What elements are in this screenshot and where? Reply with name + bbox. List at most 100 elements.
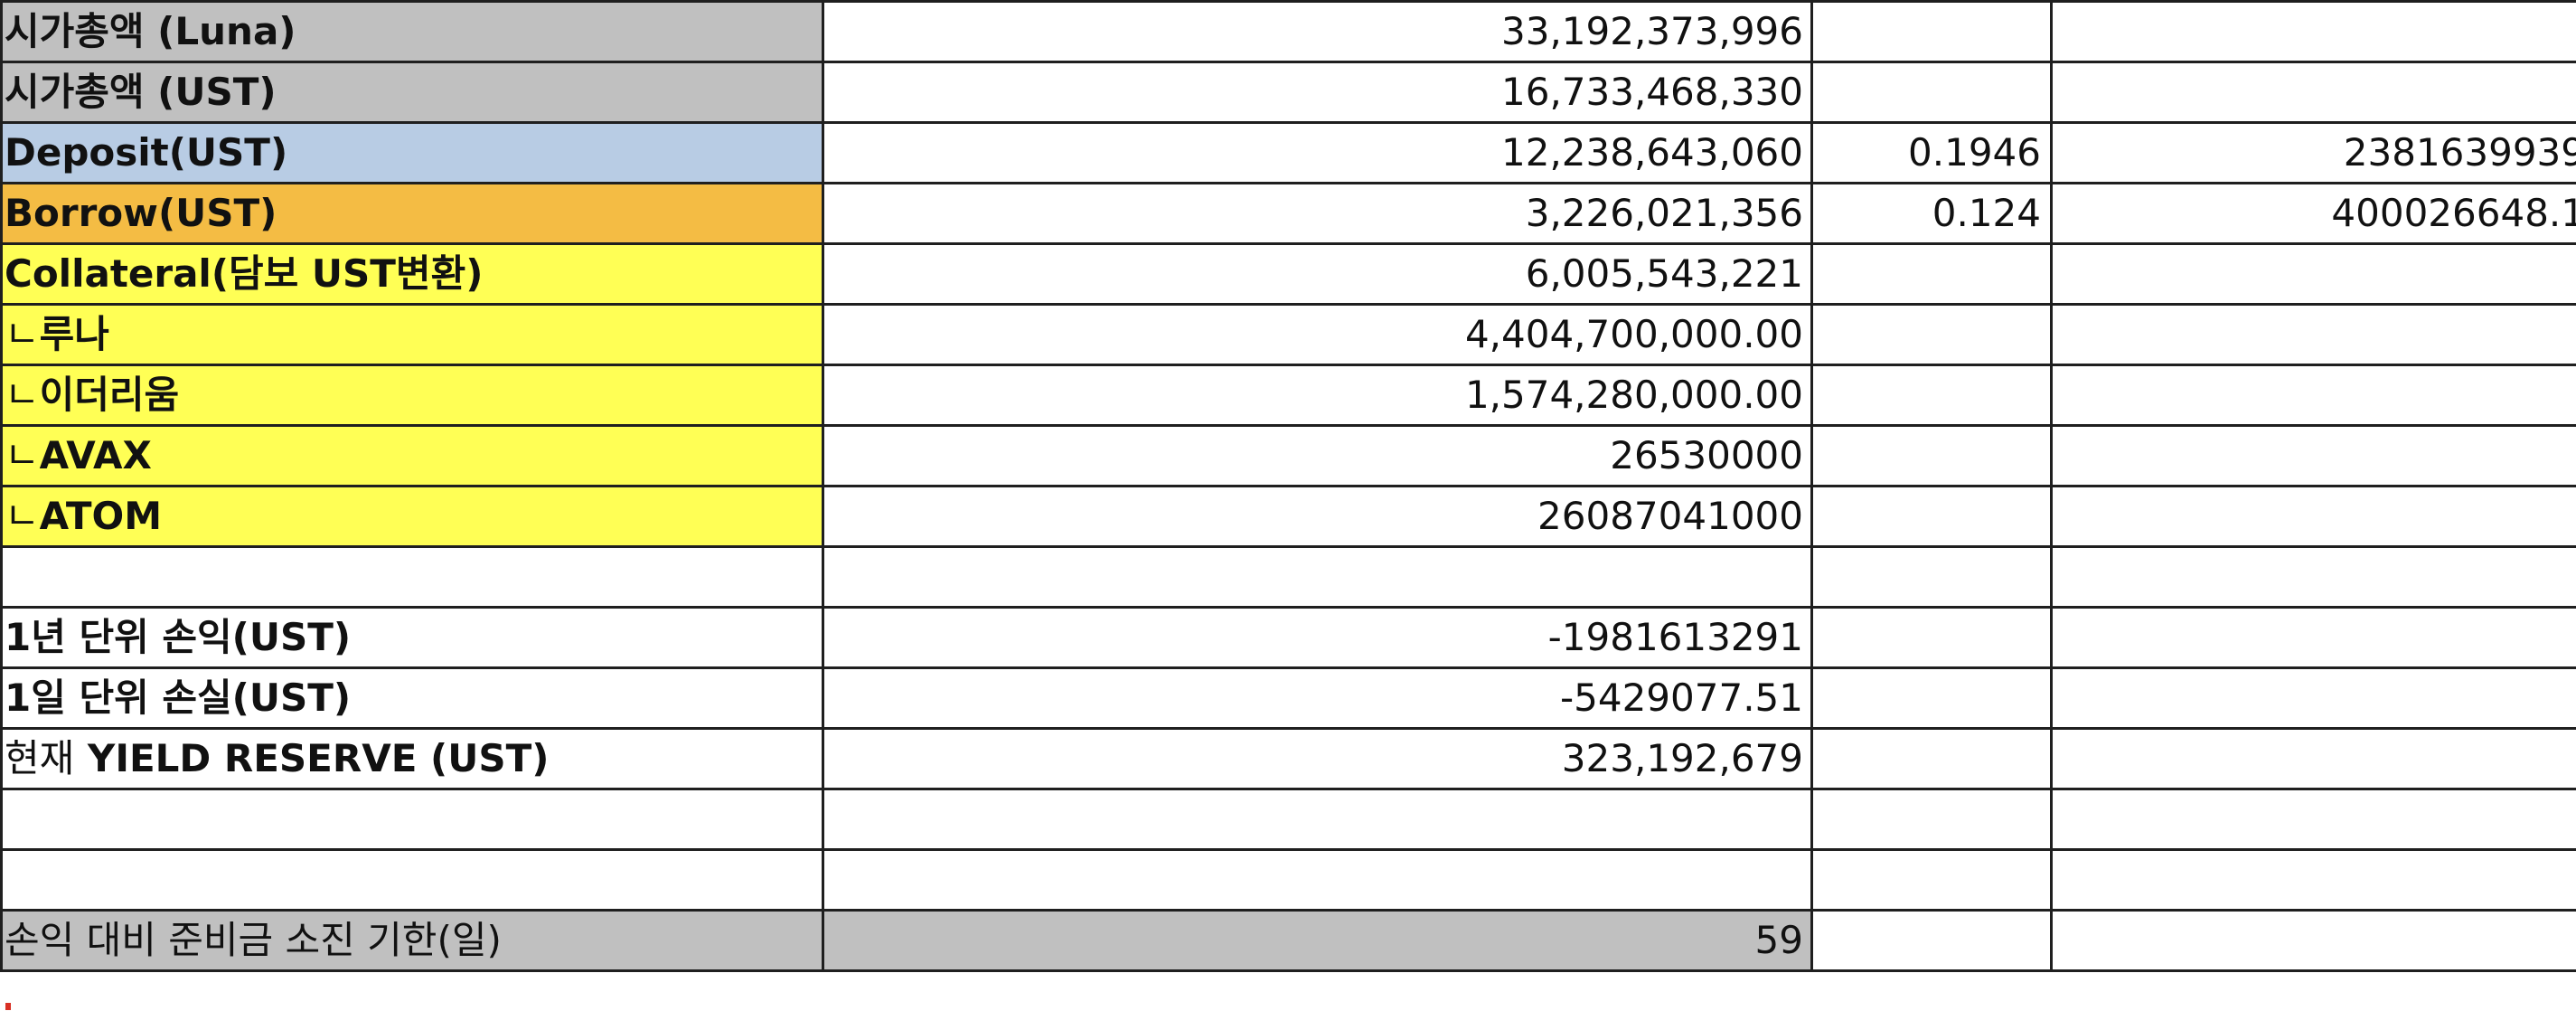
cell-label-text: Collateral(담보 UST변환) [5, 251, 484, 296]
row-reserve-depletion-days: 손익 대비 준비금 소진 기한(일) 59 [0, 909, 2576, 972]
cell-value[interactable]: 16,733,468,330 [822, 61, 1813, 124]
cell-label[interactable] [0, 788, 824, 851]
cell-label-text: Deposit(UST) [5, 130, 288, 175]
cell-value[interactable]: 6,005,543,221 [822, 242, 1813, 306]
cell-label-text: ATOM [39, 494, 163, 538]
cell-value[interactable]: -1981613291 [822, 606, 1813, 669]
cell-label-text: 시가총액 (Luna) [5, 9, 296, 53]
cell-value[interactable]: 59 [822, 909, 1813, 972]
cell-amount[interactable] [2050, 485, 2576, 548]
row-collateral-ethereum: ㄴ이더리움 1,574,280,000.00 [0, 364, 2576, 427]
cell-label-text: 손익 대비 준비금 소진 기한(일) [5, 918, 502, 962]
cell-amount[interactable] [2050, 788, 2576, 851]
row-daily-loss: 1일 단위 손실(UST) -5429077.51 [0, 666, 2576, 730]
cell-label-text: 루나 [39, 312, 109, 356]
sub-item-marker: ㄴ [5, 433, 40, 477]
cell-value[interactable]: 12,238,643,060 [822, 121, 1813, 184]
cell-amount[interactable] [2050, 909, 2576, 972]
cell-label-text: 이더리움 [39, 373, 180, 417]
cell-label[interactable]: 손익 대비 준비금 소진 기한(일) [0, 909, 824, 972]
row-annual-pnl: 1년 단위 손익(UST) -1981613291 [0, 606, 2576, 669]
cell-amount[interactable] [2050, 242, 2576, 306]
cell-label[interactable]: ㄴATOM [0, 485, 824, 548]
cell-label[interactable]: ㄴAVAX [0, 424, 824, 487]
cell-amount[interactable] [2050, 666, 2576, 730]
cell-amount[interactable] [2050, 424, 2576, 487]
cell-label[interactable]: Borrow(UST) [0, 182, 824, 245]
cell-label-text: Borrow(UST) [5, 191, 277, 235]
row-empty [0, 545, 2576, 609]
cell-label[interactable]: 시가총액 (UST) [0, 61, 824, 124]
cell-amount[interactable] [2050, 848, 2576, 912]
cell-amount[interactable] [2050, 0, 2576, 63]
row-empty [0, 848, 2576, 912]
cell-value[interactable]: -5429077.51 [822, 666, 1813, 730]
cell-label[interactable]: 1일 단위 손실(UST) [0, 666, 824, 730]
cell-value[interactable]: 4,404,700,000.00 [822, 303, 1813, 366]
cell-label[interactable]: 1년 단위 손익(UST) [0, 606, 824, 669]
cell-label-prefix: 현재 [5, 736, 75, 780]
cell-rate[interactable] [1810, 666, 2053, 730]
cell-rate[interactable] [1810, 424, 2053, 487]
cell-label[interactable]: Collateral(담보 UST변환) [0, 242, 824, 306]
row-empty [0, 788, 2576, 851]
row-yield-reserve: 현재 YIELD RESERVE (UST) 323,192,679 [0, 727, 2576, 790]
cell-rate[interactable] [1810, 848, 2053, 912]
cell-error-marker [5, 1003, 11, 1010]
row-collateral: Collateral(담보 UST변환) 6,005,543,221 [0, 242, 2576, 306]
cell-value[interactable]: 26087041000 [822, 485, 1813, 548]
row-market-cap-luna: 시가총액 (Luna) 33,192,373,996 [0, 0, 2576, 63]
row-collateral-luna: ㄴ루나 4,404,700,000.00 [0, 303, 2576, 366]
cell-label[interactable]: 현재 YIELD RESERVE (UST) [0, 727, 824, 790]
cell-rate[interactable]: 0.124 [1810, 182, 2053, 245]
cell-label-text: AVAX [39, 433, 152, 477]
sub-item-marker: ㄴ [5, 312, 40, 356]
cell-value[interactable]: 26530000 [822, 424, 1813, 487]
cell-value[interactable] [822, 545, 1813, 609]
cell-value[interactable]: 33,192,373,996 [822, 0, 1813, 63]
cell-label[interactable] [0, 848, 824, 912]
cell-rate[interactable] [1810, 727, 2053, 790]
cell-value[interactable] [822, 848, 1813, 912]
sub-item-marker: ㄴ [5, 373, 40, 417]
cell-label[interactable]: ㄴ이더리움 [0, 364, 824, 427]
cell-label-text: YIELD RESERVE (UST) [87, 736, 550, 780]
cell-rate[interactable] [1810, 0, 2053, 63]
sub-item-marker: ㄴ [5, 494, 40, 538]
cell-label[interactable]: ㄴ루나 [0, 303, 824, 366]
cell-rate[interactable] [1810, 303, 2053, 366]
cell-rate[interactable] [1810, 788, 2053, 851]
cell-rate[interactable] [1810, 61, 2053, 124]
row-deposit: Deposit(UST) 12,238,643,060 0.1946 23816… [0, 121, 2576, 184]
cell-amount[interactable] [2050, 606, 2576, 669]
spreadsheet-grid: 시가총액 (Luna) 33,192,373,996 시가총액 (UST) 16… [0, 0, 2576, 972]
cell-value[interactable]: 3,226,021,356 [822, 182, 1813, 245]
cell-rate[interactable]: 0.1946 [1810, 121, 2053, 184]
cell-label[interactable] [0, 545, 824, 609]
cell-label-text: 1일 단위 손실(UST) [5, 676, 352, 720]
row-collateral-avax: ㄴAVAX 26530000 [0, 424, 2576, 487]
row-collateral-atom: ㄴATOM 26087041000 [0, 485, 2576, 548]
cell-rate[interactable] [1810, 909, 2053, 972]
cell-amount[interactable]: 2381639939 [2050, 121, 2576, 184]
row-borrow: Borrow(UST) 3,226,021,356 0.124 40002664… [0, 182, 2576, 245]
cell-amount[interactable] [2050, 545, 2576, 609]
cell-label[interactable]: Deposit(UST) [0, 121, 824, 184]
cell-amount[interactable] [2050, 364, 2576, 427]
spreadsheet-area: 시가총액 (Luna) 33,192,373,996 시가총액 (UST) 16… [0, 0, 2576, 1011]
cell-amount[interactable] [2050, 727, 2576, 790]
cell-rate[interactable] [1810, 242, 2053, 306]
cell-amount[interactable] [2050, 61, 2576, 124]
cell-rate[interactable] [1810, 545, 2053, 609]
cell-value[interactable]: 1,574,280,000.00 [822, 364, 1813, 427]
cell-rate[interactable] [1810, 606, 2053, 669]
cell-value[interactable]: 323,192,679 [822, 727, 1813, 790]
cell-amount[interactable] [2050, 303, 2576, 366]
cell-value[interactable] [822, 788, 1813, 851]
cell-amount[interactable]: 400026648.1 [2050, 182, 2576, 245]
cell-rate[interactable] [1810, 364, 2053, 427]
row-market-cap-ust: 시가총액 (UST) 16,733,468,330 [0, 61, 2576, 124]
cell-label-text: 1년 단위 손익(UST) [5, 615, 352, 659]
cell-label[interactable]: 시가총액 (Luna) [0, 0, 824, 63]
cell-rate[interactable] [1810, 485, 2053, 548]
